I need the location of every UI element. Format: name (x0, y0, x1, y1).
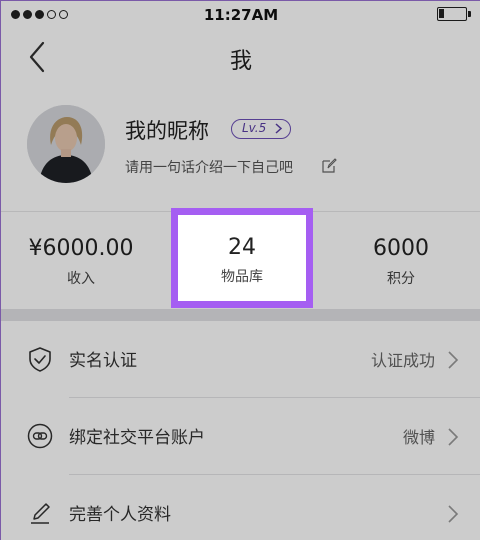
stat-points-label: 积分 (387, 271, 415, 287)
level-label: Lv.5 (242, 121, 267, 135)
avatar-image (27, 105, 105, 183)
level-badge[interactable]: Lv.5 (231, 119, 292, 139)
link-icon (27, 423, 53, 449)
list-item-complete-profile[interactable]: 完善个人资料 (1, 475, 480, 540)
section-divider (1, 309, 480, 321)
navigation-bar: 我 (1, 29, 480, 85)
list-item-value: 微博 (402, 428, 435, 447)
chevron-right-icon (448, 505, 459, 523)
stat-inventory-label: 物品库 (221, 269, 263, 285)
edit-icon[interactable] (321, 158, 337, 174)
status-time: 11:27AM (203, 6, 279, 24)
list-item-label: 绑定社交平台账户 (69, 428, 205, 448)
stat-points[interactable]: 6000 积分 (321, 212, 480, 310)
stat-points-value: 6000 (373, 236, 429, 261)
page-title: 我 (229, 49, 252, 74)
stat-inventory-value: 24 (228, 235, 256, 260)
profile-screen: 11:27AM 我 我的昵称 Lv.5 请用一句话介绍一下自己吧 ¥6000.0… (0, 0, 480, 540)
stat-income[interactable]: ¥6000.00 收入 (1, 212, 161, 310)
list-item-label: 完善个人资料 (69, 505, 171, 525)
battery-icon (437, 7, 471, 21)
chevron-right-icon (448, 428, 459, 446)
stat-inventory-highlighted[interactable]: 24 物品库 (171, 208, 313, 308)
chevron-right-icon (275, 123, 283, 134)
pencil-icon (31, 503, 50, 524)
list-item-real-name-verification[interactable]: 实名认证 认证成功 (1, 321, 480, 398)
stats-bar: ¥6000.00 收入 6000 积分 24 物品库 (1, 208, 480, 310)
list-item-label: 实名认证 (69, 351, 137, 371)
battery-level-fill (439, 9, 444, 18)
stat-income-value: ¥6000.00 (28, 236, 134, 261)
list-item-bind-social-account[interactable]: 绑定社交平台账户 微博 (1, 398, 480, 475)
shield-check-icon (29, 347, 51, 372)
settings-list: 实名认证 认证成功 绑定社交平台账户 微博 完善个人资料 (1, 321, 480, 540)
chevron-right-icon (448, 351, 459, 369)
nickname: 我的昵称 (125, 119, 209, 143)
profile-header[interactable]: 我的昵称 Lv.5 请用一句话介绍一下自己吧 (1, 85, 480, 211)
list-item-value: 认证成功 (370, 351, 435, 370)
bio-text: 请用一句话介绍一下自己吧 (125, 160, 293, 176)
stat-income-label: 收入 (67, 271, 95, 287)
status-bar: 11:27AM (1, 1, 480, 29)
avatar[interactable] (27, 105, 105, 183)
